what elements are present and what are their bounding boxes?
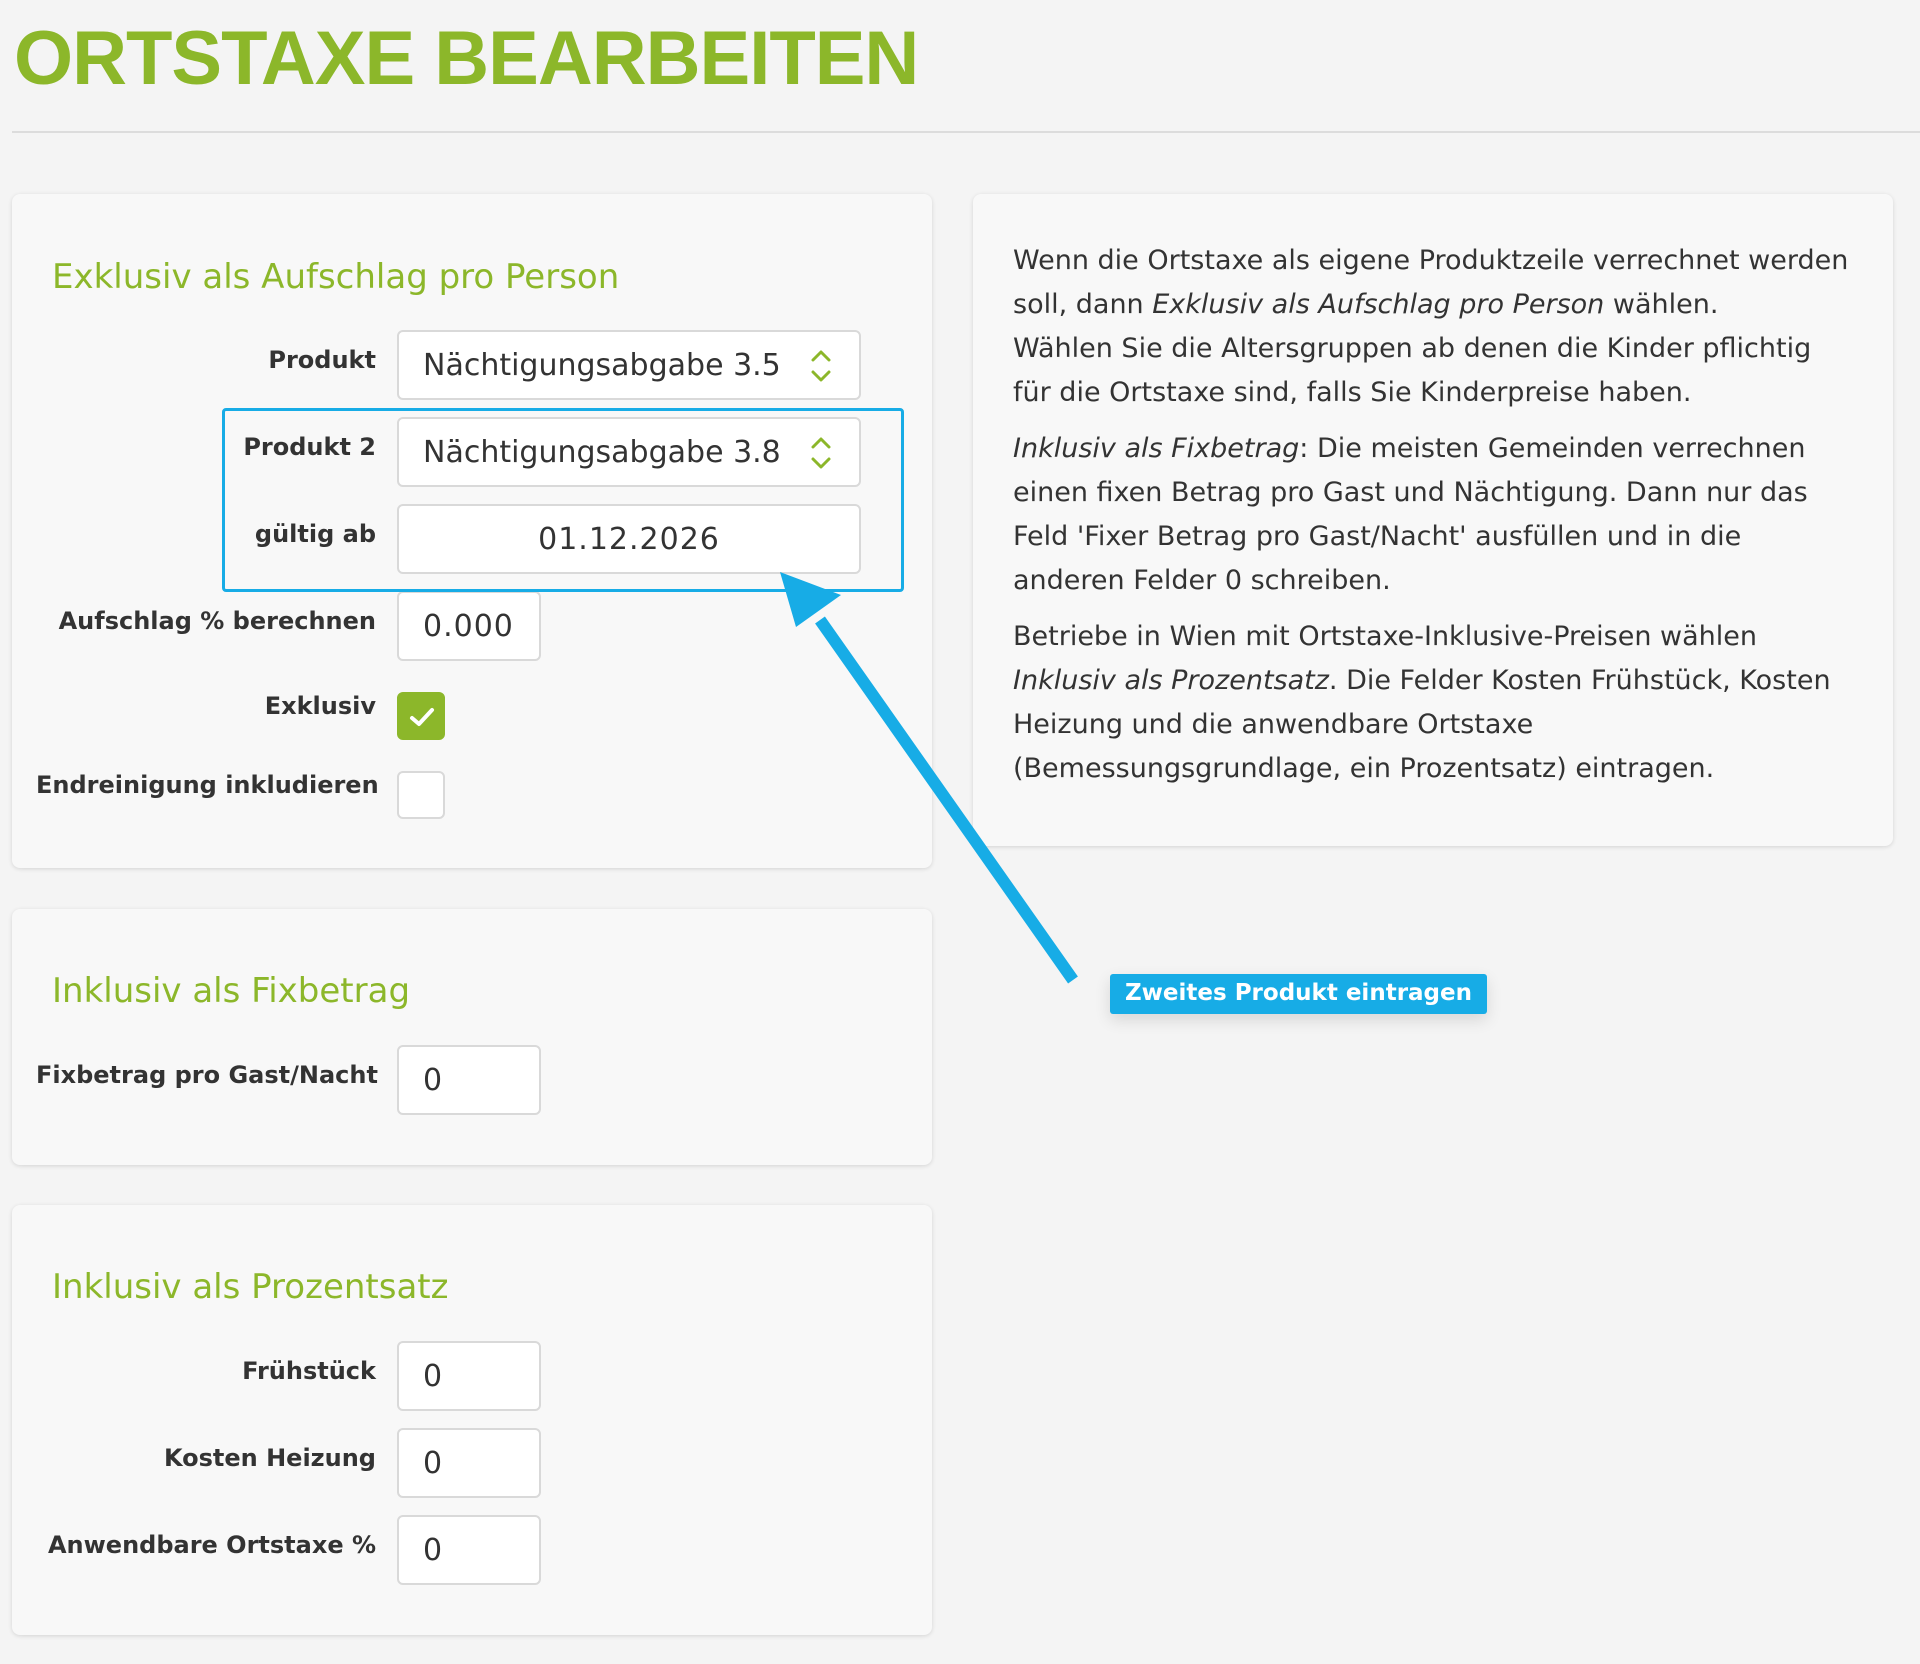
- produkt-select[interactable]: Nächtigungsabgabe 3.5: [397, 330, 861, 400]
- aufschlag-label: Aufschlag % berechnen: [58, 607, 376, 635]
- fixbetrag-label: Fixbetrag pro Gast/Nacht: [36, 1061, 378, 1089]
- page-title: ORTSTAXE BEARBEITEN: [14, 16, 919, 101]
- highlight-box: [222, 408, 904, 592]
- produkt-select-value: Nächtigungsabgabe 3.5: [423, 348, 781, 383]
- exklusiv-card-title: Exklusiv als Aufschlag pro Person: [52, 257, 620, 297]
- ortstaxe-prozent-input[interactable]: 0: [397, 1515, 541, 1585]
- endreinigung-label: Endreinigung inkludieren: [36, 771, 379, 799]
- info-paragraph-3: Betriebe in Wien mit Ortstaxe-Inklusive-…: [1013, 621, 1831, 784]
- fixbetrag-input[interactable]: 0: [397, 1045, 541, 1115]
- exklusiv-checkbox[interactable]: [397, 692, 445, 740]
- check-icon: [410, 708, 434, 726]
- fixbetrag-card-title: Inklusiv als Fixbetrag: [52, 971, 411, 1011]
- info-paragraph-1: Wenn die Ortstaxe als eigene Produktzeil…: [1013, 245, 1849, 408]
- info-card: Wenn die Ortstaxe als eigene Produktzeil…: [973, 194, 1893, 846]
- fixbetrag-card: Inklusiv als Fixbetrag Fixbetrag pro Gas…: [12, 909, 932, 1165]
- heizung-input[interactable]: 0: [397, 1428, 541, 1498]
- title-divider: [12, 131, 1920, 133]
- annotation-tooltip: Zweites Produkt eintragen: [1110, 974, 1487, 1014]
- info-paragraph-2: Inklusiv als Fixbetrag: Die meisten Geme…: [1013, 433, 1808, 596]
- endreinigung-checkbox[interactable]: [397, 771, 445, 819]
- exklusiv-checkbox-label: Exklusiv: [264, 692, 376, 720]
- prozentsatz-card: Inklusiv als Prozentsatz Frühstück 0 Kos…: [12, 1205, 932, 1635]
- ortstaxe-prozent-label: Anwendbare Ortstaxe %: [47, 1531, 376, 1559]
- fruehstueck-label: Frühstück: [242, 1357, 376, 1385]
- heizung-label: Kosten Heizung: [163, 1444, 376, 1472]
- fruehstueck-input[interactable]: 0: [397, 1341, 541, 1411]
- prozentsatz-card-title: Inklusiv als Prozentsatz: [52, 1267, 449, 1307]
- produkt-label: Produkt: [268, 346, 376, 374]
- aufschlag-input[interactable]: 0.000: [397, 591, 541, 661]
- select-arrows-icon: [811, 350, 831, 382]
